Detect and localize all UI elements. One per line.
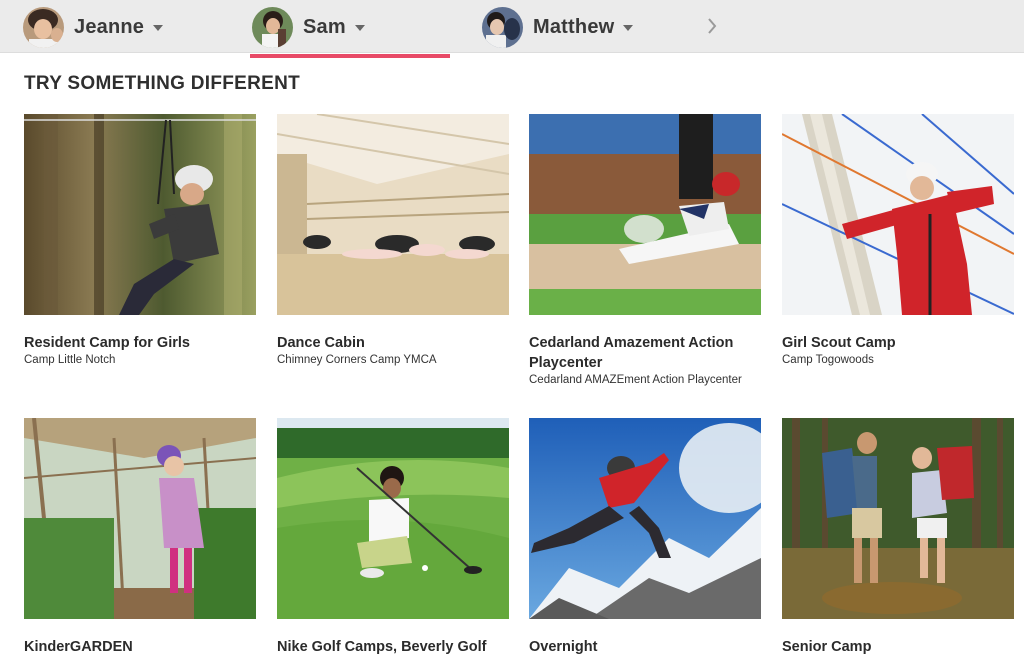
chevron-down-icon bbox=[354, 24, 365, 31]
avatar bbox=[252, 6, 293, 48]
camp-photo bbox=[24, 418, 256, 619]
chevron-right-icon[interactable] bbox=[704, 16, 720, 36]
chevron-down-icon bbox=[153, 24, 164, 31]
avatar bbox=[482, 6, 523, 48]
chevron-down-icon bbox=[623, 24, 634, 31]
camp-card[interactable]: Dance Cabin Chimney Corners Camp YMCA bbox=[277, 114, 509, 368]
profile-name: Matthew bbox=[533, 15, 615, 38]
camp-subtitle: Camp Togowoods bbox=[782, 354, 874, 366]
section-title: TRY SOMETHING DIFFERENT bbox=[24, 73, 301, 94]
camp-photo bbox=[782, 114, 1014, 315]
camp-title[interactable]: Overnight bbox=[529, 637, 761, 654]
camp-card[interactable]: Overnight bbox=[529, 418, 761, 654]
camp-card[interactable]: Nike Golf Camps, Beverly Golf bbox=[277, 418, 509, 654]
profile-name: Sam bbox=[303, 15, 346, 38]
camp-title[interactable]: Resident Camp for Girls bbox=[24, 333, 256, 353]
camp-photo bbox=[277, 418, 509, 619]
camp-title[interactable]: KinderGARDEN bbox=[24, 637, 256, 654]
camp-photo bbox=[277, 114, 509, 315]
camp-photo bbox=[529, 418, 761, 619]
camp-card[interactable]: KinderGARDEN bbox=[24, 418, 256, 654]
camp-title[interactable]: Girl Scout Camp bbox=[782, 333, 1014, 353]
profile-name: Jeanne bbox=[74, 15, 145, 38]
profile-tab-jeanne[interactable]: Jeanne bbox=[23, 0, 164, 58]
camp-title[interactable]: Nike Golf Camps, Beverly Golf bbox=[277, 637, 509, 654]
camp-photo bbox=[24, 114, 256, 315]
camp-title[interactable]: Senior Camp bbox=[782, 637, 1014, 654]
camp-subtitle: Chimney Corners Camp YMCA bbox=[277, 354, 437, 366]
camp-card[interactable]: Senior Camp bbox=[782, 418, 1014, 654]
camp-title[interactable]: Cedarland Amazement Action Playcenter bbox=[529, 333, 761, 373]
camp-subtitle: Camp Little Notch bbox=[24, 354, 116, 366]
avatar bbox=[23, 6, 64, 48]
camp-subtitle: Cedarland AMAZEment Action Playcenter bbox=[529, 374, 742, 386]
camp-card[interactable]: Cedarland Amazement Action Playcenter Ce… bbox=[529, 114, 761, 388]
profile-bar: Jeanne Sam Matthew bbox=[0, 0, 1024, 58]
profile-tab-matthew[interactable]: Matthew bbox=[482, 0, 634, 58]
profile-tab-sam[interactable]: Sam bbox=[250, 0, 450, 58]
camp-title[interactable]: Dance Cabin bbox=[277, 333, 509, 353]
camp-photo bbox=[782, 418, 1014, 619]
camp-photo bbox=[529, 114, 761, 315]
camp-card[interactable]: Girl Scout Camp Camp Togowoods bbox=[782, 114, 1014, 368]
camp-card[interactable]: Resident Camp for Girls Camp Little Notc… bbox=[24, 114, 256, 368]
